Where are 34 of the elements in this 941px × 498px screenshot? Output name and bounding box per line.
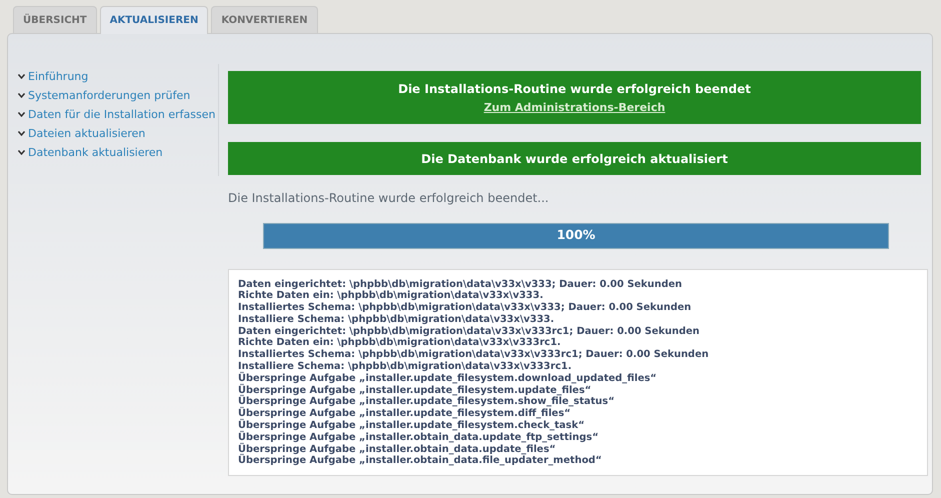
log-line: Richte Daten ein: \phpbb\db\migration\data\v33x\v333. <box>238 290 544 302</box>
tab[interactable]: KONVERTIEREN <box>211 6 318 33</box>
log-line: Überspringe Aufgabe „installer.update_filesystem.download_updated_files“ <box>238 372 658 384</box>
tab[interactable]: ÜBERSICHT <box>13 6 97 33</box>
banner-title: Die Installations-Routine wurde erfolgreich beendet <box>397 81 752 98</box>
log-line: Installiertes Schema: \phpbb\db\migration\data\v33x\v333; Dauer: 0.00 Sekunden <box>238 302 692 314</box>
log-line: Richte Daten ein: \phpbb\db\migration\data\v33x\v333rc1. <box>238 337 562 350</box>
sidebar-link[interactable]: Dateien aktualisieren <box>28 127 146 140</box>
log-line: Daten eingerichtet: \phpbb\db\migration\data\v33x\v333; Dauer: 0.00 Sekunden <box>238 278 684 290</box>
tab[interactable]: AKTUALISIEREN <box>100 6 208 34</box>
progress-reading: 100% <box>556 226 596 244</box>
sidebar-link[interactable]: Einführung <box>28 70 88 83</box>
chevron-icon <box>18 74 25 79</box>
log-line: Installiere Schema: \phpbb\db\migration\data\v33x\v333rc1. <box>238 361 573 372</box>
log-line: Überspringe Aufgabe „installer.update_filesystem.check_task“ <box>238 420 586 432</box>
sidebar-link[interactable]: Daten für die Installation erfassen <box>28 108 216 121</box>
chevron-icon <box>18 131 25 136</box>
chevron-icon <box>18 150 25 155</box>
admin-link[interactable]: Zum Administrations-Bereich <box>484 101 666 114</box>
log-line: Überspringe Aufgabe „installer.obtain_data.update_files“ <box>238 444 557 455</box>
log-line: Installiertes Schema: \phpbb\db\migration\data\v33x\v333rc1; Dauer: 0.00 Sekunden <box>238 349 710 362</box>
log-line: Überspringe Aufgabe „installer.update_filesystem.show_file_status“ <box>238 396 616 408</box>
log-line: Überspringe Aufgabe „installer.update_filesystem.update_files“ <box>238 384 592 396</box>
chevron-icon <box>18 93 25 98</box>
status-text: Die Installations-Routine wurde erfolgreich beendet... <box>228 190 550 206</box>
sidebar-link[interactable]: Datenbank aktualisieren <box>28 146 163 159</box>
log-line: Überspringe Aufgabe „installer.obtain_data.file_updater_method“ <box>238 455 603 468</box>
log-line: Installiere Schema: \phpbb\db\migration\data\v33x\v333. <box>238 314 556 326</box>
sidebar-link[interactable]: Systemanforderungen prüfen <box>28 89 190 102</box>
log-line: Überspringe Aufgabe „installer.obtain_data.update_ftp_settings“ <box>238 432 600 443</box>
banner-title: Die Datenbank wurde erfolgreich aktualisiert <box>420 150 729 168</box>
log-line: Überspringe Aufgabe „installer.update_filesystem.diff_files“ <box>238 408 572 420</box>
chevron-icon <box>18 112 25 117</box>
log-line: Daten eingerichtet: \phpbb\db\migration\data\v33x\v333rc1; Dauer: 0.00 Sekunden <box>238 326 700 338</box>
